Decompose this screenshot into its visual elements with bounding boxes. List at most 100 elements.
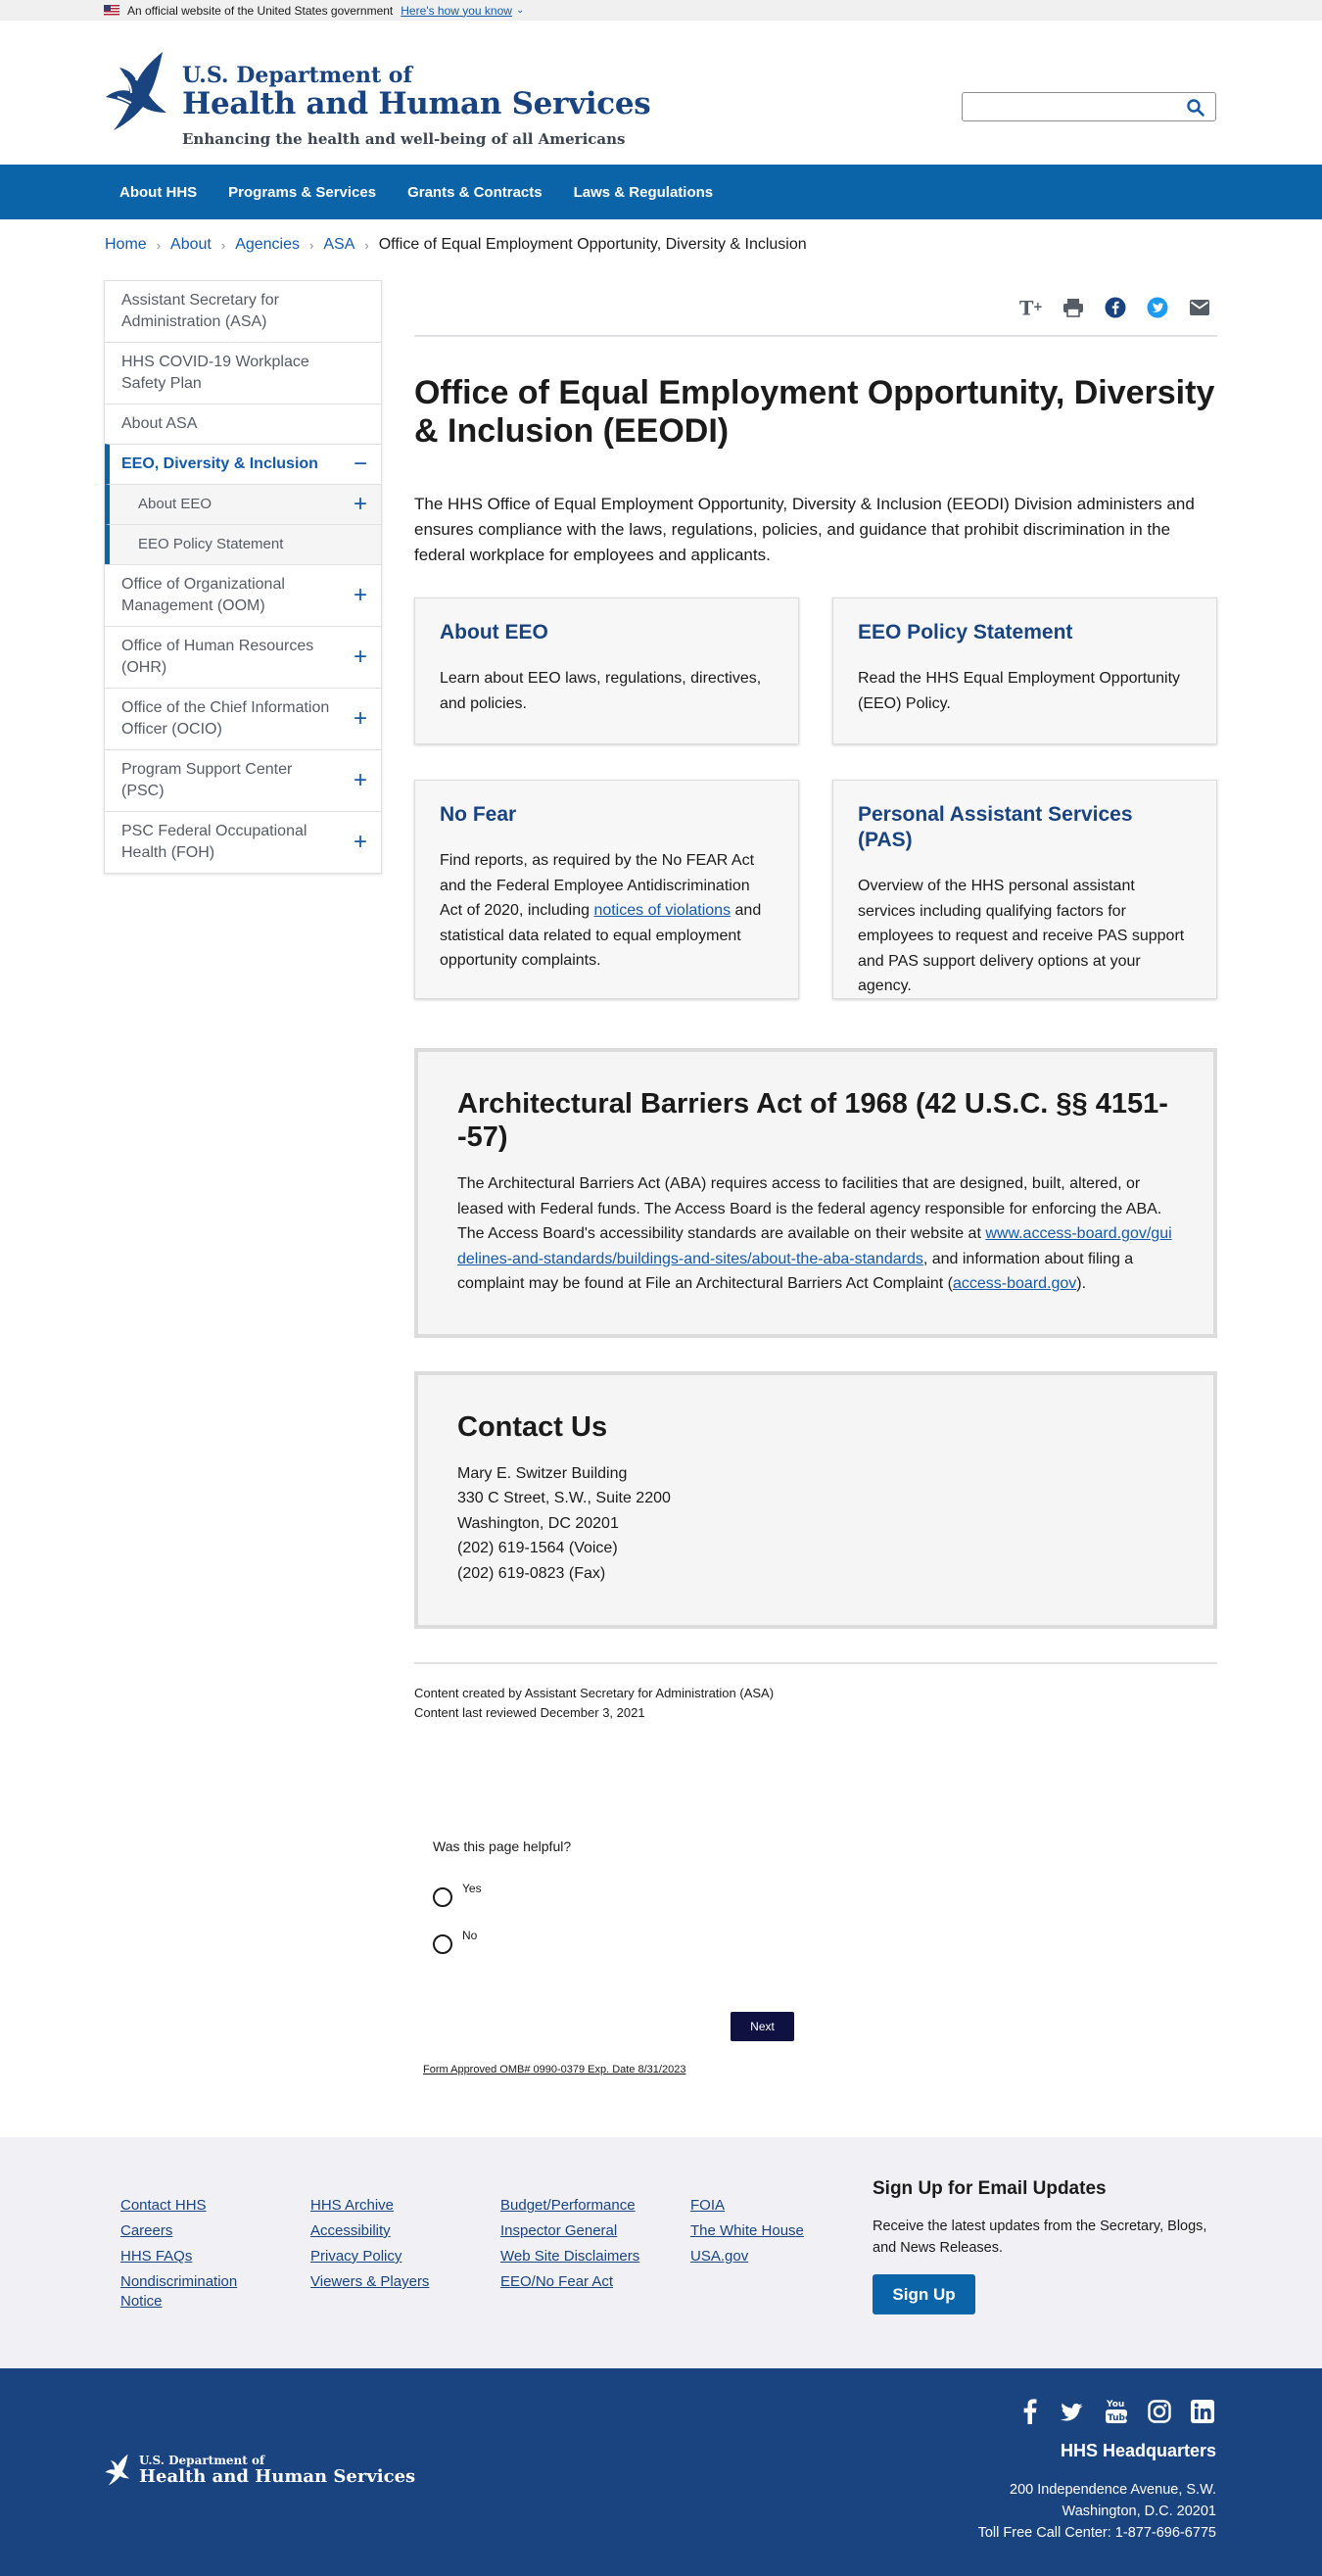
footer-bottom: U.S. Department of Health and Human Serv… (0, 2368, 1322, 2576)
sidenav-item-oom[interactable]: Office of Organizational Management (OOM… (105, 564, 381, 626)
facebook-icon[interactable] (1104, 296, 1127, 319)
sign-up-button[interactable]: Sign Up (873, 2274, 975, 2314)
footer-link[interactable]: Inspector General (500, 2221, 667, 2241)
footer-link[interactable]: Nondiscrimination Notice (120, 2272, 248, 2312)
footer-link[interactable]: Accessibility (310, 2221, 477, 2241)
page-title: Office of Equal Employment Opportunity, … (414, 374, 1215, 450)
sidenav-item-ohr[interactable]: Office of Human Resources (OHR) + (105, 626, 381, 688)
text-resize-icon[interactable]: T + (1019, 296, 1043, 319)
notices-of-violations-link[interactable]: notices of violations (593, 902, 731, 919)
footer-link[interactable]: The White House (690, 2221, 857, 2241)
signup-title: Sign Up for Email Updates (873, 2178, 1107, 2199)
sidenav-item-label: Office of Human Resources (OHR) (121, 638, 314, 676)
us-flag-icon (104, 5, 119, 16)
hq-line: 200 Independence Avenue, S.W. (1010, 2482, 1216, 2498)
footer-link[interactable]: HHS Archive (310, 2196, 477, 2216)
hq-line: Washington, D.C. 20201 (1062, 2504, 1216, 2519)
svg-text:Tube: Tube (1108, 2413, 1128, 2423)
contact-address: Mary E. Switzer Building 330 C Street, S… (457, 1461, 1174, 1587)
card-personal-assistant-services[interactable]: Personal Assistant Services (PAS) Overvi… (832, 780, 1217, 999)
breadcrumb-current: Office of Equal Employment Opportunity, … (378, 236, 807, 253)
breadcrumb-about[interactable]: About (170, 236, 212, 254)
svg-text:T: T (1019, 297, 1034, 318)
survey-option-no[interactable]: No (433, 1929, 571, 1954)
youtube-icon[interactable]: You Tube (1103, 2398, 1130, 2425)
nav-grants-contracts[interactable]: Grants & Contracts (392, 184, 558, 201)
print-icon[interactable] (1062, 296, 1085, 319)
expand-icon[interactable]: + (354, 831, 367, 854)
breadcrumb-agencies[interactable]: Agencies (235, 236, 300, 254)
email-signup: Sign Up for Email Updates Receive the la… (873, 2178, 1215, 2314)
search-box (962, 92, 1216, 121)
card-about-eeo[interactable]: About EEO Learn about EEO laws, regulati… (414, 597, 799, 744)
logo-line-2: Health and Human Services (182, 86, 651, 121)
nav-laws-regulations[interactable]: Laws & Regulations (558, 184, 730, 201)
sidenav-item-covid-plan[interactable]: HHS COVID-19 Workplace Safety Plan (105, 342, 381, 404)
footer-link[interactable]: Careers (120, 2221, 287, 2241)
sidenav-item-asa[interactable]: Assistant Secretary for Administration (… (105, 281, 381, 342)
survey-option-yes[interactable]: Yes (433, 1882, 571, 1907)
expand-icon[interactable]: + (354, 645, 367, 669)
sidenav-item-label: Program Support Center (PSC) (121, 761, 293, 799)
footer-link[interactable]: FOIA (690, 2196, 857, 2216)
search-icon[interactable] (1186, 98, 1205, 118)
facebook-icon[interactable] (1016, 2398, 1044, 2425)
radio-no[interactable] (433, 1934, 452, 1954)
expand-icon[interactable]: + (354, 769, 367, 792)
svg-text:+: + (1033, 300, 1043, 313)
expand-icon[interactable]: + (354, 707, 367, 731)
expand-icon[interactable]: + (354, 584, 367, 607)
footer-link[interactable]: Contact HHS (120, 2196, 287, 2216)
signup-text: Receive the latest updates from the Secr… (873, 2218, 1207, 2256)
footer-link[interactable]: Privacy Policy (310, 2247, 477, 2266)
sidenav-item-about-asa[interactable]: About ASA (105, 404, 381, 444)
sidenav-item-eeo-diversity-inclusion[interactable]: EEO, Diversity & Inclusion − (105, 444, 381, 484)
nav-about-hhs[interactable]: About HHS (104, 184, 212, 201)
footer-link[interactable]: USA.gov (690, 2247, 857, 2266)
card-grid: About EEO Learn about EEO laws, regulati… (414, 597, 1217, 999)
collapse-icon[interactable]: − (354, 453, 367, 476)
sidenav-item-psc[interactable]: Program Support Center (PSC) + (105, 749, 381, 811)
sidenav-item-about-eeo[interactable]: About EEO + (105, 484, 381, 524)
footer-column: Contact HHS Careers HHS FAQs Nondiscrimi… (120, 2196, 287, 2317)
card-title: No Fear (440, 803, 517, 826)
hq-line: Toll Free Call Center: 1-877-696-6775 (977, 2525, 1216, 2541)
footer-link[interactable]: Viewers & Players (310, 2272, 477, 2292)
footer-hhs-logo[interactable]: U.S. Department of Health and Human Serv… (104, 2453, 415, 2488)
sidenav-item-eeo-policy-statement[interactable]: EEO Policy Statement (105, 524, 381, 564)
card-no-fear[interactable]: No Fear Find reports, as required by the… (414, 780, 799, 999)
search-input[interactable] (968, 94, 1174, 119)
breadcrumb-home[interactable]: Home (105, 236, 147, 254)
radio-yes[interactable] (433, 1887, 452, 1907)
heres-how-you-know-link[interactable]: Here's how you know (401, 4, 512, 18)
sidenav-item-foh[interactable]: PSC Federal Occupational Health (FOH) + (105, 811, 381, 873)
card-text: Learn about EEO laws, regulations, direc… (440, 670, 762, 712)
linkedin-icon[interactable] (1189, 2398, 1216, 2425)
card-eeo-policy-statement[interactable]: EEO Policy Statement Read the HHS Equal … (832, 597, 1217, 744)
footer-link[interactable]: HHS FAQs (120, 2247, 287, 2266)
chevron-right-icon: › (220, 237, 226, 253)
footer-link[interactable]: Budget/Performance (500, 2196, 667, 2216)
omb-notice-link[interactable]: Form Approved OMB# 0990-0379 Exp. Date 8… (423, 2064, 685, 2075)
chevron-right-icon: › (309, 237, 314, 253)
expand-icon[interactable]: + (354, 493, 367, 516)
card-text: Find reports, as required by the No FEAR… (440, 848, 774, 974)
survey-next-button[interactable]: Next (731, 2012, 794, 2041)
footer-link[interactable]: Web Site Disclaimers (500, 2247, 667, 2266)
footer-link[interactable]: EEO/No Fear Act (500, 2272, 667, 2292)
nav-programs-services[interactable]: Programs & Services (212, 184, 392, 201)
email-icon[interactable] (1188, 296, 1211, 319)
radio-no-label: No (462, 1929, 478, 1942)
twitter-icon[interactable] (1146, 296, 1169, 319)
sidenav-item-ocio[interactable]: Office of the Chief Information Officer … (105, 688, 381, 749)
hhs-logo[interactable]: U.S. Department of Health and Human Serv… (104, 48, 651, 148)
aba-text-part: ). (1076, 1275, 1087, 1292)
share-toolbar: T + (414, 280, 1217, 337)
contact-line: Washington, DC 20201 (457, 1514, 619, 1532)
helpful-survey: Was this page helpful? Yes No (433, 1838, 571, 1954)
access-board-link[interactable]: access-board.gov (953, 1275, 1076, 1292)
social-links: You Tube (1001, 2398, 1216, 2425)
twitter-icon[interactable] (1060, 2398, 1087, 2425)
instagram-icon[interactable] (1146, 2398, 1173, 2425)
breadcrumb-asa[interactable]: ASA (323, 236, 354, 254)
